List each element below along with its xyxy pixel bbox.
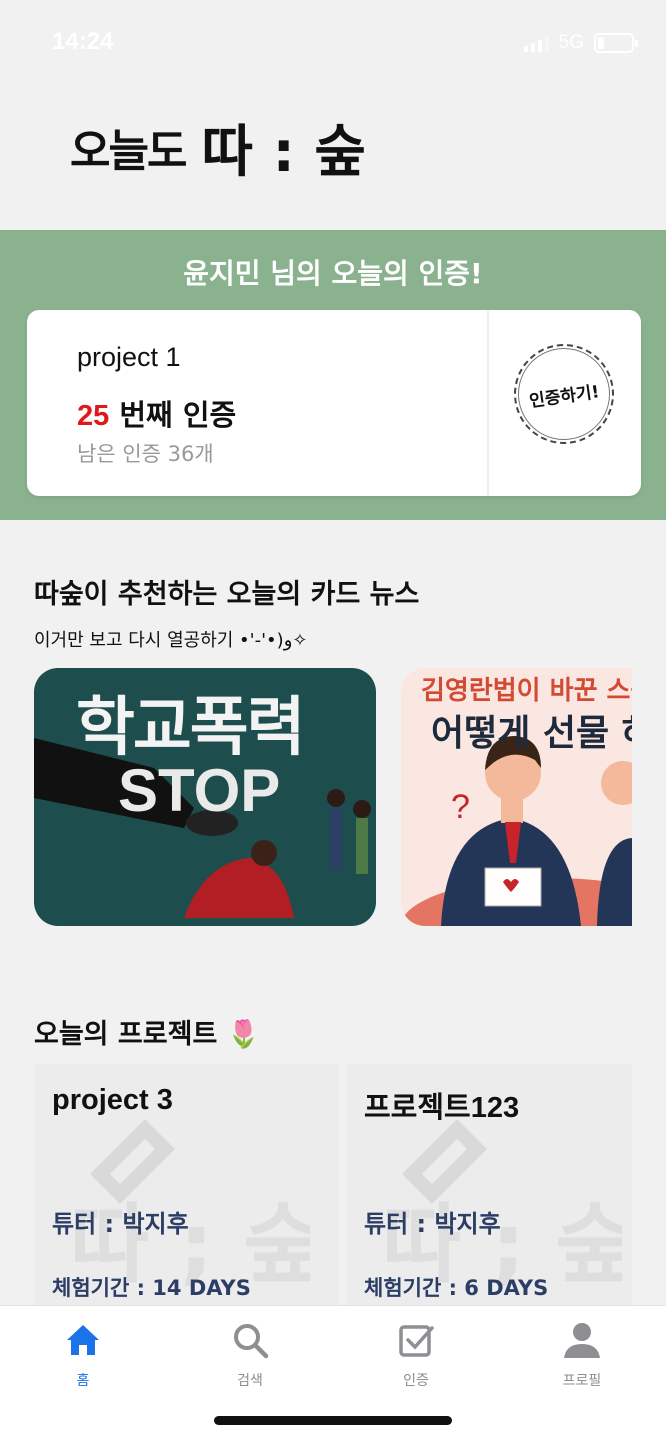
card-news-line2: 어떻게 선물 하 [431, 713, 632, 754]
logo-text-2: 따 : 숲 [201, 119, 366, 185]
certification-card[interactable]: project 1 25 번째 인증 남은 인증 36개 인증하기! [27, 310, 641, 496]
status-indicators: 5G [523, 32, 638, 54]
project-period: 체험기간 : 14 DAYS [52, 1276, 251, 1300]
card-news-subtitle: 이거만 보고 다시 열공하기 •'-'•)و✧ [34, 630, 308, 651]
certify-stamp-button[interactable]: 인증하기! [507, 337, 621, 451]
certification-remaining: 남은 인증 36개 [77, 442, 214, 466]
card-news-line2: STOP [118, 757, 281, 824]
home-icon [67, 1325, 99, 1355]
logo-text-1: 오늘도 [70, 126, 187, 177]
certification-count-number: 25 [77, 400, 110, 432]
status-bar: 14:24 5G [0, 0, 666, 86]
card-news-title: 따숲이 추천하는 오늘의 카드 뉴스 [34, 579, 420, 610]
profile-icon [564, 1323, 600, 1358]
checkbox-icon [399, 1325, 434, 1357]
certification-title: 윤지민 님의 오늘의 인증! [183, 257, 483, 290]
certification-project-name: project 1 [77, 342, 181, 372]
card-news-item[interactable]: ? 김영란법이 바꾼 스승 어떻게 선물 하 [401, 668, 632, 926]
project-period: 체험기간 : 6 DAYS [364, 1276, 549, 1300]
tab-home[interactable]: 홈 [23, 1320, 143, 1390]
certification-count-suffix: 번째 인증 [109, 398, 237, 432]
home-indicator [214, 1416, 452, 1425]
project-tutor: 튜터 : 박지후 [52, 1210, 189, 1238]
svg-text:?: ? [451, 788, 470, 826]
certification-count: 25 번째 인증 [77, 392, 236, 434]
tab-certify-label: 인증 [403, 1373, 429, 1389]
card-news-line1: 김영란법이 바꾼 스승 [421, 676, 632, 706]
tab-certify[interactable]: 인증 [356, 1320, 476, 1390]
card-news-line1: 학교폭력 [76, 691, 306, 765]
status-time: 14:24 [52, 28, 114, 55]
today-projects-title: 오늘의 프로젝트 🌷 [34, 1019, 261, 1050]
certification-banner: 윤지민 님의 오늘의 인증! project 1 25 번째 인증 남은 인증 … [0, 230, 666, 520]
search-icon [234, 1324, 269, 1359]
tab-profile[interactable]: 프로필 [522, 1320, 642, 1390]
tab-profile-label: 프로필 [562, 1373, 602, 1389]
project-card[interactable]: 따 ; 숲 project 3 튜터 : 박지후 체험기간 : 14 DAYS [34, 1064, 339, 1306]
battery-icon [594, 33, 638, 53]
signal-icon [523, 34, 549, 52]
pencil-watermark-icon: 따 ; 숲 [70, 1119, 310, 1294]
project-name: project 3 [52, 1084, 173, 1116]
project-name: 프로젝트123 [364, 1092, 520, 1124]
card-news-item[interactable]: 학교폭력 STOP [34, 668, 376, 926]
tab-home-label: 홈 [76, 1373, 90, 1389]
tab-search-label: 검색 [237, 1373, 263, 1389]
project-tutor: 튜터 : 박지후 [364, 1210, 501, 1238]
card-divider [487, 310, 489, 496]
app-logo: 오늘도 따 : 숲 [70, 112, 366, 185]
project-card[interactable]: 따 ; 숲 프로젝트123 튜터 : 박지후 체험기간 : 6 DAYS [346, 1064, 632, 1306]
tab-search[interactable]: 검색 [190, 1320, 310, 1390]
network-type: 5G [558, 32, 584, 53]
pencil-watermark-icon: 따 ; 숲 [382, 1119, 622, 1294]
certify-stamp-label: 인증하기! [528, 381, 601, 412]
